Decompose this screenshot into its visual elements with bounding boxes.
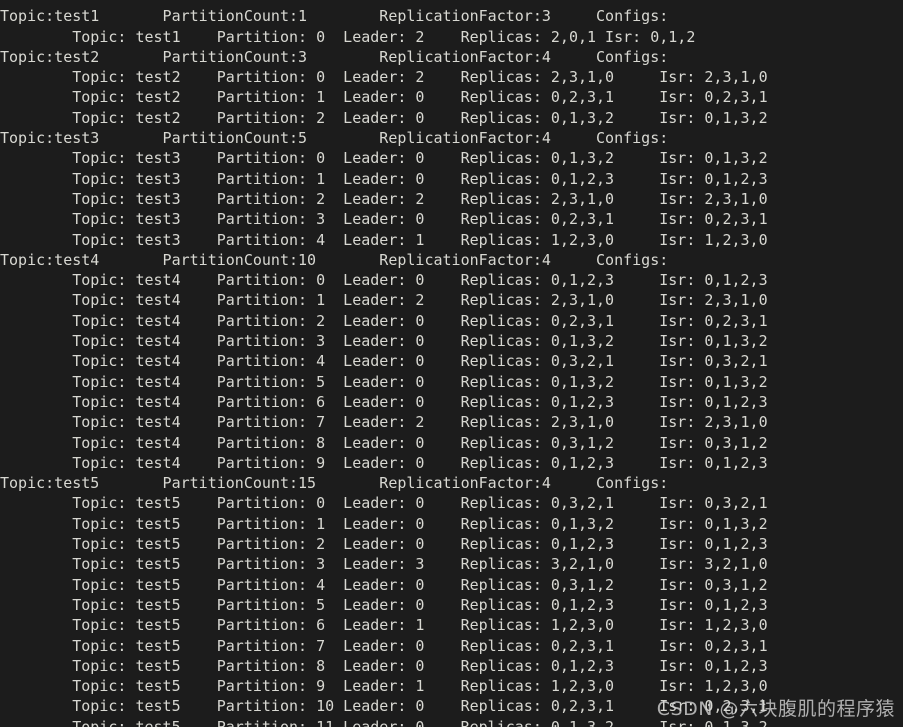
partition-line: Topic: test4 Partition: 5 Leader: 0 Repl…	[0, 372, 768, 391]
partition-line: Topic: test5 Partition: 2 Leader: 0 Repl…	[0, 535, 768, 554]
partition-line: Topic: test4 Partition: 0 Leader: 0 Repl…	[0, 271, 768, 290]
partition-line: Topic: test5 Partition: 8 Leader: 0 Repl…	[0, 656, 768, 675]
partition-line: Topic: test5 Partition: 6 Leader: 1 Repl…	[0, 616, 768, 635]
partition-line: Topic: test3 Partition: 4 Leader: 1 Repl…	[0, 230, 768, 249]
partition-line: Topic: test5 Partition: 4 Leader: 0 Repl…	[0, 575, 768, 594]
partition-line: Topic: test5 Partition: 7 Leader: 0 Repl…	[0, 636, 768, 655]
partition-line: Topic: test5 Partition: 11 Leader: 0 Rep…	[0, 717, 768, 727]
topic-header-line: Topic:test4 PartitionCount:10 Replicatio…	[0, 250, 669, 269]
partition-line: Topic: test4 Partition: 2 Leader: 0 Repl…	[0, 311, 768, 330]
partition-line: Topic: test4 Partition: 3 Leader: 0 Repl…	[0, 332, 768, 351]
partition-line: Topic: test2 Partition: 1 Leader: 0 Repl…	[0, 88, 768, 107]
topic-header-line: Topic:test1 PartitionCount:1 Replication…	[0, 7, 669, 26]
partition-line: Topic: test4 Partition: 7 Leader: 2 Repl…	[0, 413, 768, 432]
partition-line: Topic: test4 Partition: 8 Leader: 0 Repl…	[0, 433, 768, 452]
terminal-window[interactable]: Topic: test1 Partition: 0 Leader: 2 Topi…	[0, 0, 903, 727]
partition-line: Topic: test2 Partition: 0 Leader: 2 Repl…	[0, 68, 768, 87]
partition-line: Topic: test5 Partition: 9 Leader: 1 Repl…	[0, 677, 768, 696]
topic-header-line: Topic:test2 PartitionCount:3 Replication…	[0, 47, 669, 66]
partition-line: Topic: test5 Partition: 3 Leader: 3 Repl…	[0, 555, 768, 574]
partition-line: Topic: test3 Partition: 0 Leader: 0 Repl…	[0, 149, 768, 168]
partition-line: Topic: test2 Partition: 2 Leader: 0 Repl…	[0, 108, 768, 127]
partition-line: Topic: test4 Partition: 1 Leader: 2 Repl…	[0, 291, 768, 310]
partition-line: Topic: test3 Partition: 3 Leader: 0 Repl…	[0, 210, 768, 229]
partition-line: Topic: test5 Partition: 10 Leader: 0 Rep…	[0, 697, 768, 716]
partition-line: Topic: test1 Partition: 0 Leader: 2 Repl…	[0, 27, 696, 46]
partition-line: Topic: test5 Partition: 0 Leader: 0 Repl…	[0, 494, 768, 513]
terminal-output-screen: Topic: test1 Partition: 0 Leader: 2 Topi…	[0, 0, 903, 727]
partition-line: Topic: test5 Partition: 5 Leader: 0 Repl…	[0, 595, 768, 614]
topic-header-line: Topic:test5 PartitionCount:15 Replicatio…	[0, 474, 669, 493]
partition-line: Topic: test4 Partition: 9 Leader: 0 Repl…	[0, 453, 768, 472]
partition-line: Topic: test3 Partition: 1 Leader: 0 Repl…	[0, 169, 768, 188]
partition-line: Topic: test4 Partition: 4 Leader: 0 Repl…	[0, 352, 768, 371]
partition-line: Topic: test5 Partition: 1 Leader: 0 Repl…	[0, 514, 768, 533]
partition-line: Topic: test3 Partition: 2 Leader: 2 Repl…	[0, 189, 768, 208]
top-clipped-line-mask	[0, 0, 903, 4]
partition-line: Topic: test4 Partition: 6 Leader: 0 Repl…	[0, 392, 768, 411]
topic-header-line: Topic:test3 PartitionCount:5 Replication…	[0, 129, 669, 148]
